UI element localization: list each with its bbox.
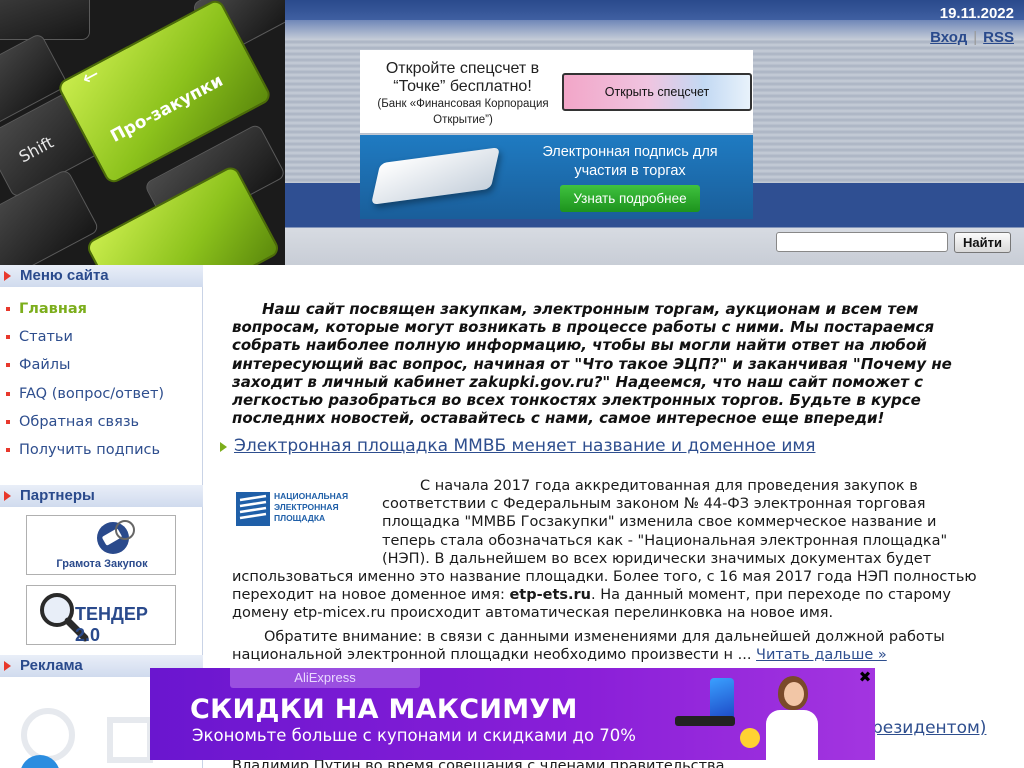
- close-icon[interactable]: ✖: [857, 669, 873, 685]
- learn-more-button[interactable]: Узнать подробнее: [560, 185, 700, 212]
- keyboard-logo-image[interactable]: Про-закупки ← Shift: [0, 0, 285, 265]
- bullet-icon: [6, 420, 10, 424]
- page: Про-закупки ← Shift 19.11.2022 Вход | RSS …: [0, 0, 1024, 768]
- sidebar-item-feedback[interactable]: Обратная связь: [19, 414, 139, 430]
- signature-ad-title: Электронная подпись для участия в торгах: [542, 144, 718, 179]
- search-input[interactable]: [776, 232, 948, 252]
- article-paragraph-2: Обратите внимание: в связи с данными изм…: [232, 628, 984, 664]
- partners-section-title: Партнеры: [0, 485, 203, 507]
- model-image: [766, 710, 818, 760]
- sidebar-item-faq[interactable]: FAQ (вопрос/ответ): [19, 386, 164, 402]
- toy-image: [740, 728, 760, 748]
- bank-ad-title: Откройте спецсчет в “Точке” бесплатно!: [385, 60, 540, 95]
- sidebar-item-get-signature[interactable]: Получить подпись: [19, 442, 160, 458]
- gavel-chat-icon: [97, 520, 135, 554]
- drone-image: [675, 716, 735, 726]
- bullet-icon: [6, 335, 10, 339]
- signature-ad-banner[interactable]: Электронная подпись для участия в торгах…: [360, 135, 753, 219]
- partner-tender-banner[interactable]: ТЕНДЕР 2.0: [26, 585, 176, 645]
- top-links: Вход | RSS: [930, 29, 1014, 46]
- current-date: 19.11.2022: [939, 5, 1014, 22]
- partner-tender-label: ТЕНДЕР 2.0: [75, 604, 148, 645]
- sidebar-item-articles[interactable]: Статьи: [19, 329, 73, 345]
- aliexpress-popup-ad[interactable]: AliExpress СКИДКИ НА МАКСИМУМ Экономьте …: [150, 668, 875, 760]
- aliexpress-brand-label: AliExpress: [230, 668, 420, 688]
- keyboard-key: [0, 0, 90, 40]
- open-account-button[interactable]: Открыть спецсчет: [562, 73, 752, 111]
- second-article-title-link[interactable]: резидентом): [872, 718, 986, 738]
- site-header: Про-закупки ← Shift 19.11.2022 Вход | RSS …: [0, 0, 1024, 265]
- site-intro-text: Наш сайт посвящен закупкам, электронным …: [232, 300, 952, 428]
- bank-ad-subtitle: (Банк «Финансовая Корпорация Открытие”): [377, 98, 549, 126]
- rss-link[interactable]: RSS: [983, 29, 1014, 46]
- sidebar-item-home[interactable]: Главная: [19, 301, 87, 317]
- bank-ad-banner[interactable]: Откройте спецсчет в “Точке” бесплатно! (…: [360, 50, 753, 133]
- model-face: [784, 682, 804, 706]
- menu-section-title: Меню сайта: [0, 265, 203, 287]
- nep-logo[interactable]: НАЦИОНАЛЬНАЯ ЭЛЕКТРОННАЯ ПЛОЩАДКА: [236, 490, 376, 538]
- bullet-icon: [6, 307, 10, 311]
- partner-gramota-banner[interactable]: Грамота Закупок: [26, 515, 176, 575]
- read-more-link[interactable]: Читать дальше »: [756, 647, 887, 663]
- bullet-icon: [6, 392, 10, 396]
- sidebar-item-files[interactable]: Файлы: [19, 357, 71, 373]
- login-link[interactable]: Вход: [930, 29, 967, 46]
- bullet-icon: [6, 448, 10, 452]
- bullet-icon: [6, 363, 10, 367]
- new-domain-text: etp-ets.ru: [509, 587, 592, 604]
- usb-token-image: [371, 147, 500, 205]
- search-button[interactable]: Найти: [954, 232, 1011, 253]
- partner-label: Грамота Закупок: [56, 558, 148, 570]
- article-title-link[interactable]: Электронная площадка ММВБ меняет названи…: [234, 436, 815, 456]
- nep-logo-mark-icon: [236, 492, 270, 526]
- popup-subline: Экономьте больше с купонами и скидками д…: [192, 726, 636, 745]
- nep-logo-text: НАЦИОНАЛЬНАЯ ЭЛЕКТРОННАЯ ПЛОЩАДКА: [274, 491, 349, 523]
- header-gradient-band: [280, 20, 1024, 40]
- popup-headline: СКИДКИ НА МАКСИМУМ: [190, 694, 578, 725]
- link-separator: |: [973, 29, 978, 46]
- green-bullet-icon: [220, 442, 227, 452]
